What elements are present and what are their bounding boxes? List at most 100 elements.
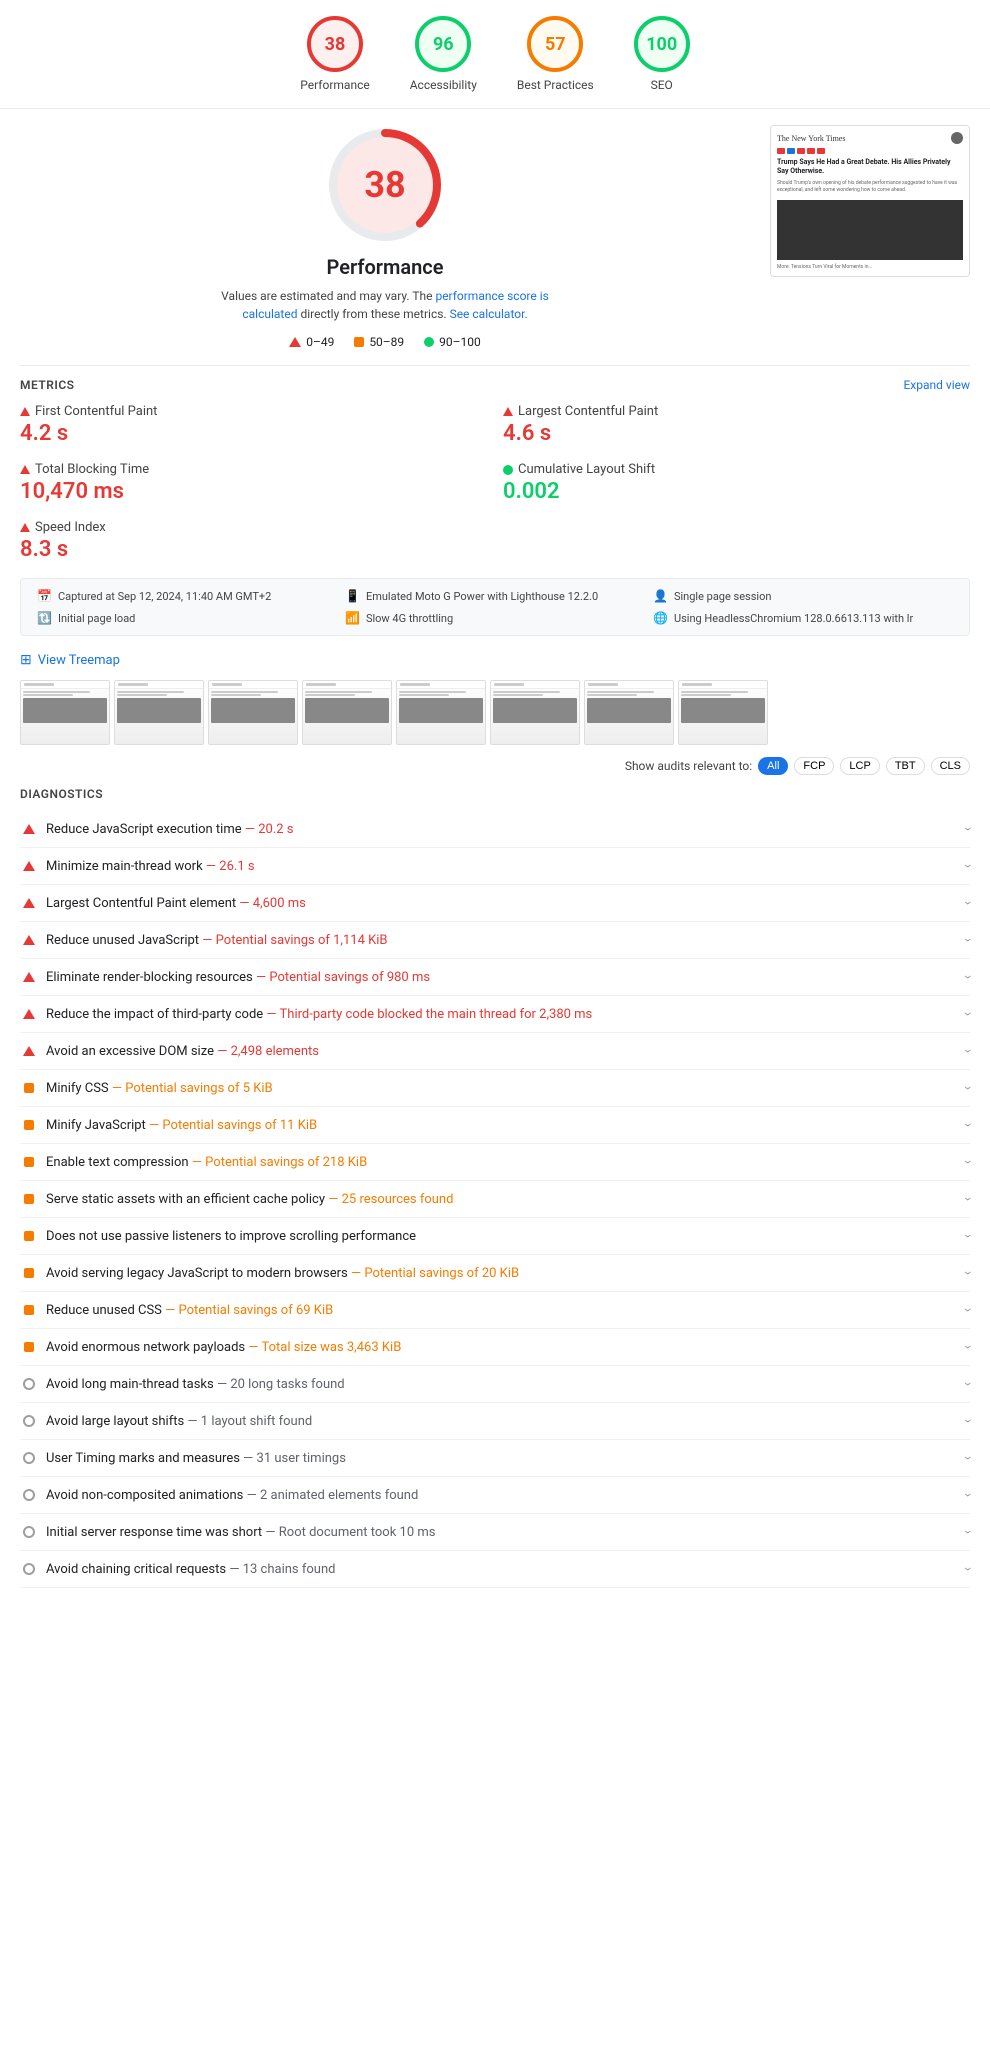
audit-row[interactable]: User Timing marks and measures — 31 user… — [20, 1440, 970, 1477]
audit-label: Reduce unused JavaScript — [46, 933, 199, 948]
audit-triangle-icon — [23, 824, 35, 834]
audit-square-icon — [24, 1268, 34, 1278]
cls-value: 0.002 — [503, 479, 970, 504]
audit-label: Avoid serving legacy JavaScript to moder… — [46, 1266, 348, 1281]
treemap-label: View Treemap — [38, 653, 120, 668]
audit-square-icon — [24, 1120, 34, 1130]
audit-label: Avoid long main-thread tasks — [46, 1377, 214, 1392]
chevron-down-icon: › — [960, 1567, 976, 1571]
audit-detail: — 20.2 s — [242, 822, 294, 837]
audit-detail: — Third-party code blocked the main thre… — [263, 1007, 592, 1022]
audit-row[interactable]: Avoid an excessive DOM size — 2,498 elem… — [20, 1033, 970, 1070]
preview-headline: Trump Says He Had a Great Debate. His Al… — [777, 158, 963, 176]
score-seo[interactable]: 100 SEO — [634, 16, 690, 92]
audit-square-icon — [24, 1194, 34, 1204]
audit-row[interactable]: Does not use passive listeners to improv… — [20, 1218, 970, 1255]
metrics-section: METRICS Expand view First Contentful Pai… — [20, 378, 970, 562]
preview-text: Should Trump's own opening of his debate… — [777, 180, 963, 194]
audit-row[interactable]: Serve static assets with an efficient ca… — [20, 1181, 970, 1218]
audit-detail: — Potential savings of 218 KiB — [189, 1155, 368, 1170]
audit-row[interactable]: Avoid enormous network payloads — Total … — [20, 1329, 970, 1366]
score-legend: 0–49 50–89 90–100 — [289, 335, 481, 349]
calc-link[interactable]: See calculator. — [450, 307, 528, 321]
filmstrip-frame — [302, 680, 392, 745]
filmstrip-frame — [490, 680, 580, 745]
chevron-down-icon: › — [960, 1456, 976, 1460]
signal-icon: 📶 — [345, 611, 360, 625]
audit-row[interactable]: Minimize main-thread work — 26.1 s› — [20, 848, 970, 885]
audit-row[interactable]: Avoid long main-thread tasks — 20 long t… — [20, 1366, 970, 1403]
audit-detail: — 26.1 s — [203, 859, 255, 874]
chevron-down-icon: › — [960, 1086, 976, 1090]
audit-label: Avoid an excessive DOM size — [46, 1044, 214, 1059]
performance-big-score: 38 — [364, 164, 405, 206]
si-icon — [20, 523, 30, 532]
audit-label: Avoid enormous network payloads — [46, 1340, 245, 1355]
audit-row[interactable]: Reduce unused CSS — Potential savings of… — [20, 1292, 970, 1329]
audit-detail: — Potential savings of 980 ms — [253, 970, 430, 985]
accessibility-circle: 96 — [415, 16, 471, 72]
preview-caption: More: Tensions Turn Viral for Moments in… — [777, 264, 963, 270]
best-practices-circle: 57 — [527, 16, 583, 72]
audit-label: Serve static assets with an efficient ca… — [46, 1192, 325, 1207]
filter-cls[interactable]: CLS — [931, 757, 970, 775]
audit-label: Reduce unused CSS — [46, 1303, 162, 1318]
chevron-down-icon: › — [960, 1493, 976, 1497]
page-preview: The New York Times Trump Says He Had a G… — [770, 125, 970, 277]
preview-dots — [777, 148, 963, 154]
performance-left: 38 Performance Values are estimated and … — [20, 125, 750, 349]
audit-detail: — Potential savings of 20 KiB — [348, 1266, 519, 1281]
filter-fcp[interactable]: FCP — [794, 757, 834, 775]
audit-circle-icon — [23, 1489, 35, 1501]
info-browser: 🌐 Using HeadlessChromium 128.0.6613.113 … — [653, 611, 953, 625]
score-best-practices[interactable]: 57 Best Practices — [517, 16, 594, 92]
audit-row[interactable]: Initial server response time was short —… — [20, 1514, 970, 1551]
audit-detail: — 2 animated elements found — [243, 1488, 418, 1503]
audit-label: Reduce the impact of third-party code — [46, 1007, 263, 1022]
filter-all[interactable]: All — [758, 757, 788, 775]
cls-icon — [503, 465, 513, 475]
audit-label: Does not use passive listeners to improv… — [46, 1229, 416, 1244]
filter-tbt[interactable]: TBT — [886, 757, 925, 775]
audit-label: Largest Contentful Paint element — [46, 896, 236, 911]
filter-lcp[interactable]: LCP — [840, 757, 879, 775]
audit-row[interactable]: Reduce the impact of third-party code — … — [20, 996, 970, 1033]
audit-label: Avoid chaining critical requests — [46, 1562, 226, 1577]
audit-row[interactable]: Minify JavaScript — Potential savings of… — [20, 1107, 970, 1144]
expand-view-link[interactable]: Expand view — [903, 378, 970, 392]
audit-square-icon — [24, 1305, 34, 1315]
audit-row[interactable]: Eliminate render-blocking resources — Po… — [20, 959, 970, 996]
audit-row[interactable]: Minify CSS — Potential savings of 5 KiB› — [20, 1070, 970, 1107]
audit-row[interactable]: Largest Contentful Paint element — 4,600… — [20, 885, 970, 922]
audit-detail: — 2,498 elements — [214, 1044, 319, 1059]
audit-row[interactable]: Reduce JavaScript execution time — 20.2 … — [20, 811, 970, 848]
chevron-down-icon: › — [960, 1345, 976, 1349]
audit-detail: — 20 long tasks found — [214, 1377, 345, 1392]
score-accessibility[interactable]: 96 Accessibility — [410, 16, 477, 92]
audit-row[interactable]: Reduce unused JavaScript — Potential sav… — [20, 922, 970, 959]
audit-row[interactable]: Avoid non-composited animations — 2 anim… — [20, 1477, 970, 1514]
audit-square-icon — [24, 1083, 34, 1093]
legend-square-icon — [354, 337, 364, 347]
audit-detail: — Potential savings of 1,114 KiB — [199, 933, 387, 948]
preview-image — [777, 200, 963, 260]
audit-row[interactable]: Avoid serving legacy JavaScript to moder… — [20, 1255, 970, 1292]
tbt-icon — [20, 465, 30, 474]
chevron-down-icon: › — [960, 1197, 976, 1201]
audit-detail: — Potential savings of 11 KiB — [146, 1118, 317, 1133]
score-performance[interactable]: 38 Performance — [300, 16, 369, 92]
diagnostics-title: DIAGNOSTICS — [20, 787, 970, 801]
audit-detail: — 4,600 ms — [236, 896, 306, 911]
chevron-down-icon: › — [960, 1382, 976, 1386]
audit-label: Minify CSS — [46, 1081, 109, 1096]
info-bar: 📅 Captured at Sep 12, 2024, 11:40 AM GMT… — [20, 578, 970, 636]
diagnostics-section: DIAGNOSTICS Reduce JavaScript execution … — [20, 787, 970, 1588]
treemap-link[interactable]: ⊞ View Treemap — [20, 652, 970, 668]
audit-triangle-icon — [23, 1046, 35, 1056]
audit-label: Minimize main-thread work — [46, 859, 203, 874]
audit-row[interactable]: Avoid chaining critical requests — 13 ch… — [20, 1551, 970, 1588]
audit-row[interactable]: Enable text compression — Potential savi… — [20, 1144, 970, 1181]
audit-row[interactable]: Avoid large layout shifts — 1 layout shi… — [20, 1403, 970, 1440]
legend-green: 90–100 — [424, 335, 481, 349]
audit-label: Eliminate render-blocking resources — [46, 970, 253, 985]
